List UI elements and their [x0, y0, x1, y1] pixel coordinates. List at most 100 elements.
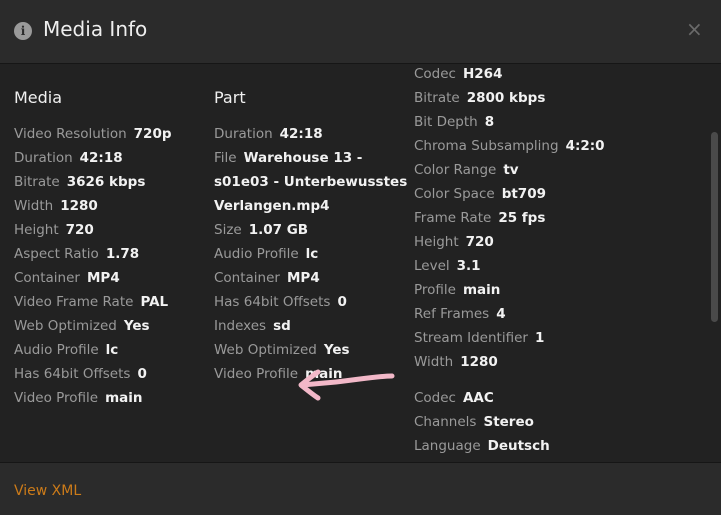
media-row: Audio Profile lc: [14, 338, 118, 362]
stream-row-label: Language: [414, 438, 481, 454]
part-row-value: 0: [337, 294, 347, 310]
part-row-value: 42:18: [279, 126, 323, 142]
stream-row-value: 25 fps: [498, 210, 546, 226]
video-stream-row: Frame Rate 25 fps: [414, 206, 545, 230]
stream-row-value: Deutsch: [487, 438, 550, 454]
part-row: Video Profile main: [214, 362, 343, 386]
stream-row-value: 1: [534, 330, 545, 346]
close-icon[interactable]: ×: [686, 17, 703, 41]
stream-row-label: Color Space: [414, 186, 495, 202]
stream-row-value: 2800 kbps: [466, 90, 546, 106]
media-info-dialog: i Media Info × Media Video Resolution 720…: [0, 0, 721, 515]
media-row-label: Video Frame Rate: [14, 294, 134, 310]
stream-row-label: Ref Frames: [414, 306, 490, 322]
view-xml-link[interactable]: View XML: [14, 483, 81, 499]
part-row: Duration 42:18: [214, 122, 323, 146]
media-row-label: Bitrate: [14, 174, 60, 190]
stream-row-value: 720: [465, 234, 494, 250]
dialog-body[interactable]: Media Video Resolution 720p Duration 42:18…: [0, 64, 721, 462]
part-row-value: main: [305, 366, 343, 382]
stream-row-value: main: [462, 282, 501, 298]
media-row: Height 720: [14, 218, 94, 242]
video-stream-row: Level 3.1: [414, 254, 481, 278]
scrollbar-thumb[interactable]: [711, 132, 718, 322]
video-stream-row: Bitrate 2800 kbps: [414, 86, 545, 110]
media-row-value: Yes: [123, 318, 150, 334]
video-stream-row: Chroma Subsampling 4:2:0: [414, 134, 605, 158]
stream-row-label: Frame Rate: [414, 210, 492, 226]
part-row-label: Web Optimized: [214, 342, 317, 358]
stream-row-value: 4:2:0: [565, 138, 605, 154]
media-row: Bitrate 3626 kbps: [14, 170, 145, 194]
stream-row-label: Profile: [414, 282, 456, 298]
video-stream-row: Width 1280: [414, 350, 498, 374]
info-icon: i: [14, 22, 32, 40]
media-row-value: 720: [65, 222, 94, 238]
part-file-value-line2: s01e03 - Unterbewusstes: [214, 174, 408, 190]
part-row: Audio Profile lc: [214, 242, 318, 266]
part-row-label: Size: [214, 222, 242, 238]
part-row-label: Has 64bit Offsets: [214, 294, 331, 310]
media-row-value: 1.78: [105, 246, 140, 262]
media-row: Video Frame Rate PAL: [14, 290, 168, 314]
stream-row-label: Codec: [414, 66, 456, 82]
audio-stream-row: Channels Stereo: [414, 410, 534, 434]
media-row-label: Has 64bit Offsets: [14, 366, 131, 382]
media-row-value: 720p: [133, 126, 172, 142]
video-stream-row: Ref Frames 4: [414, 302, 506, 326]
media-row-label: Audio Profile: [14, 342, 99, 358]
part-row: Has 64bit Offsets 0: [214, 290, 347, 314]
stream-row-value: 4: [496, 306, 506, 322]
stream-row-value: H264: [462, 66, 503, 82]
media-heading: Media: [14, 88, 63, 107]
part-row-value: MP4: [286, 270, 320, 286]
media-row: Has 64bit Offsets 0: [14, 362, 147, 386]
media-row-label: Video Resolution: [14, 126, 127, 142]
media-row: Video Profile main: [14, 386, 143, 410]
media-row-label: Web Optimized: [14, 318, 117, 334]
part-row-value: lc: [305, 246, 319, 262]
media-row: Video Resolution 720p: [14, 122, 172, 146]
media-row-label: Duration: [14, 150, 73, 166]
part-row-value: 1.07 GB: [248, 222, 309, 238]
stream-row-label: Level: [414, 258, 450, 274]
stream-row-label: Height: [414, 234, 459, 250]
stream-row-value: bt709: [501, 186, 546, 202]
part-row-label: Duration: [214, 126, 273, 142]
video-stream-row: Profile main: [414, 278, 500, 302]
stream-row-label: Width: [414, 354, 454, 370]
video-stream-row: Stream Identifier 1: [414, 326, 544, 350]
media-row-value: lc: [105, 342, 119, 358]
media-row: Width 1280: [14, 194, 98, 218]
part-row-label: File: [214, 150, 237, 166]
stream-row-label: Chroma Subsampling: [414, 138, 559, 154]
part-row-label: Audio Profile: [214, 246, 299, 262]
dialog-footer: View XML: [0, 462, 721, 515]
part-row: Size 1.07 GB: [214, 218, 308, 242]
audio-stream-row: Codec AAC: [414, 386, 494, 410]
stream-row-value: AAC: [462, 390, 494, 406]
stream-row-value: 3.1: [456, 258, 481, 274]
stream-row-value: 1280: [460, 354, 498, 370]
media-row-value: 1280: [60, 198, 98, 214]
part-row-file-line2: s01e03 - Unterbewusstes: [214, 170, 407, 194]
media-row-value: 3626 kbps: [66, 174, 146, 190]
part-row-value: Yes: [323, 342, 350, 358]
dialog-title: Media Info: [43, 17, 148, 41]
stream-row-value: Stereo: [483, 414, 534, 430]
media-row-value: PAL: [140, 294, 169, 310]
part-row-value: Warehouse 13 -: [243, 150, 363, 166]
media-row-label: Aspect Ratio: [14, 246, 99, 262]
stream-row-label: Bitrate: [414, 90, 460, 106]
video-stream-row: Color Space bt709: [414, 182, 546, 206]
stream-row-label: Color Range: [414, 162, 497, 178]
part-row-label: Video Profile: [214, 366, 299, 382]
video-stream-row: Bit Depth 8: [414, 110, 494, 134]
dialog-header: i Media Info ×: [0, 0, 721, 64]
media-row-value: main: [105, 390, 143, 406]
media-row: Duration 42:18: [14, 146, 123, 170]
media-row-label: Video Profile: [14, 390, 99, 406]
stream-row-value: 8: [484, 114, 495, 130]
part-row-value: sd: [273, 318, 291, 334]
media-row-value: MP4: [86, 270, 120, 286]
